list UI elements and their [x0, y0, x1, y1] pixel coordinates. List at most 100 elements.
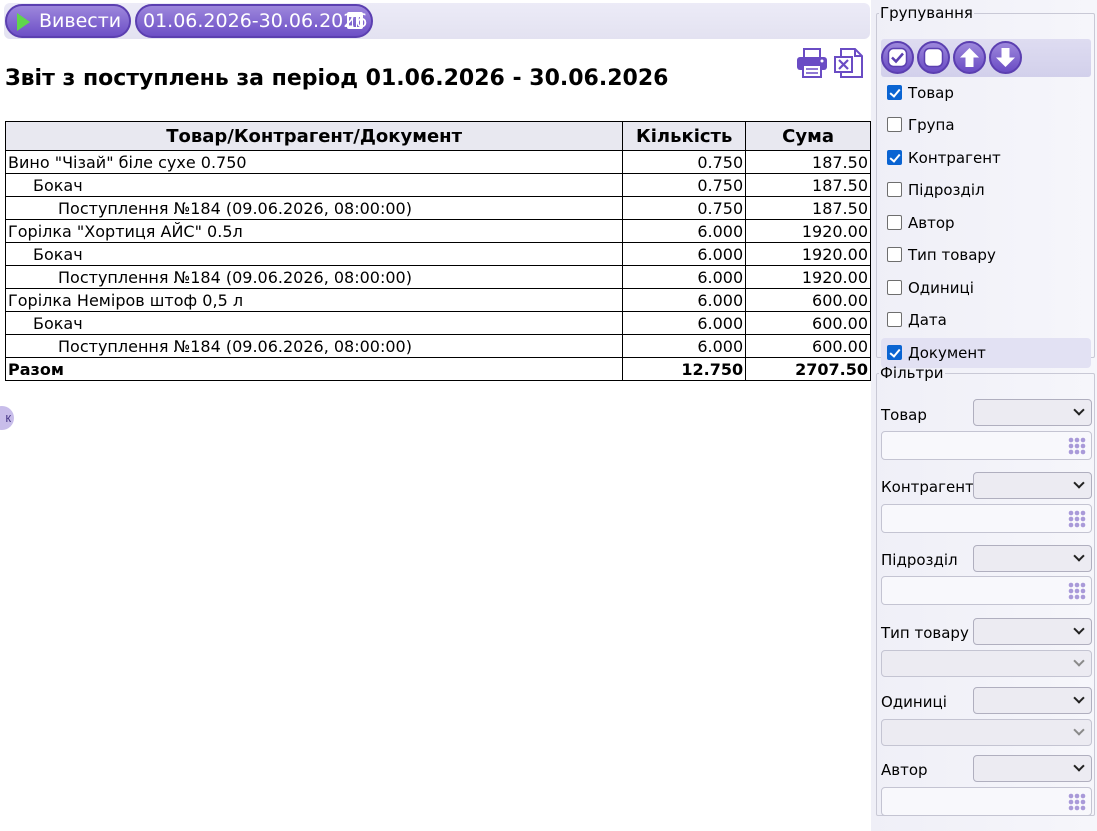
chevron-down-icon	[1073, 760, 1085, 772]
filter-department-mode-select[interactable]	[973, 545, 1092, 572]
row-sum: 187.50	[745, 150, 871, 174]
group-option-label: Одиниці	[908, 279, 974, 297]
row-sum: 1920.00	[745, 265, 871, 289]
uncheck-all-button[interactable]	[917, 41, 950, 74]
row-qty: 6.000	[622, 334, 747, 358]
filter-units-select[interactable]	[881, 719, 1092, 746]
checkbox[interactable]	[887, 150, 902, 165]
group-option-units[interactable]: Одиниці	[881, 273, 1091, 303]
chevron-down-icon	[1073, 404, 1085, 416]
row-name: Поступлення №184 (09.06.2026, 08:00:00)	[4, 265, 624, 289]
row-sum: 600.00	[745, 288, 871, 312]
row-name: Бокач	[4, 242, 624, 266]
group-option-label: Підрозділ	[908, 181, 985, 199]
print-icon[interactable]	[796, 48, 828, 78]
row-qty: 6.000	[622, 265, 747, 289]
group-option-date[interactable]: Дата	[881, 305, 1091, 335]
checkbox[interactable]	[887, 85, 902, 100]
filter-label-author: Автор	[881, 761, 928, 779]
table-header-row: Товар/Контрагент/Документ Кількість Сума	[4, 121, 871, 151]
checkbox[interactable]	[887, 182, 902, 197]
filters-legend: Фільтри	[880, 364, 944, 382]
chevron-down-icon	[1073, 477, 1085, 489]
play-icon	[17, 13, 30, 31]
table-total-row: Разом 12.750 2707.50	[4, 357, 871, 381]
row-qty: 6.000	[622, 311, 747, 335]
grid-icon[interactable]	[1068, 582, 1086, 600]
grid-icon[interactable]	[1068, 510, 1086, 528]
check-all-icon	[887, 47, 908, 68]
group-option-author[interactable]: Автор	[881, 208, 1091, 238]
top-toolbar: Вивести 01.06.2026-30.06.2026	[4, 3, 870, 39]
move-down-button[interactable]	[989, 41, 1022, 74]
checkbox[interactable]	[887, 345, 902, 360]
grid-icon[interactable]	[1068, 793, 1086, 811]
row-qty: 0.750	[622, 196, 747, 220]
checkbox[interactable]	[887, 117, 902, 132]
group-option-label: Контрагент	[908, 149, 1001, 167]
filter-counterparty-input[interactable]	[881, 504, 1092, 533]
check-all-button[interactable]	[881, 41, 914, 74]
period-picker-button[interactable]: 01.06.2026-30.06.2026	[135, 4, 373, 38]
row-qty: 0.750	[622, 173, 747, 197]
row-sum: 1920.00	[745, 242, 871, 266]
total-label: Разом	[4, 357, 624, 381]
filter-product-type-mode-select[interactable]	[973, 618, 1092, 645]
export-icons	[796, 48, 866, 80]
group-option-counterparty[interactable]: Контрагент	[881, 143, 1091, 173]
table-row: Вино "Чізай" біле сухе 0.750 0.750 187.5…	[4, 150, 871, 174]
row-name: Горілка Неміров штоф 0,5 л	[4, 288, 624, 312]
group-option-product[interactable]: Товар	[881, 78, 1091, 108]
chevron-down-icon	[1073, 550, 1085, 562]
group-option-department[interactable]: Підрозділ	[881, 175, 1091, 205]
checkbox[interactable]	[887, 312, 902, 327]
filter-author-input[interactable]	[881, 787, 1092, 816]
group-option-group[interactable]: Група	[881, 110, 1091, 140]
table-row: Поступлення №184 (09.06.2026, 08:00:00) …	[4, 196, 871, 220]
group-option-label: Дата	[908, 311, 947, 329]
group-option-label: Тип товару	[908, 246, 996, 264]
row-name: Бокач	[4, 311, 624, 335]
group-option-label: Товар	[908, 84, 954, 102]
filter-label-product-type: Тип товару	[881, 624, 969, 642]
row-qty: 0.750	[622, 150, 747, 174]
row-qty: 6.000	[622, 242, 747, 266]
run-report-label: Вивести	[39, 10, 122, 32]
checkbox[interactable]	[887, 215, 902, 230]
filter-units-mode-select[interactable]	[973, 687, 1092, 714]
settings-panel: Групування Товар Група Контрагент Підроз…	[871, 0, 1097, 831]
filter-product-input[interactable]	[881, 431, 1092, 460]
filter-department-input[interactable]	[881, 576, 1092, 605]
row-sum: 600.00	[745, 334, 871, 358]
row-sum: 187.50	[745, 173, 871, 197]
collapse-panel-tab[interactable]: к	[0, 406, 14, 430]
chevron-down-icon	[1073, 724, 1085, 736]
excel-export-icon[interactable]	[834, 48, 864, 78]
filter-label-department: Підрозділ	[881, 551, 958, 569]
grouping-toolbar	[881, 39, 1091, 77]
column-header-item: Товар/Контрагент/Документ	[4, 121, 624, 151]
filter-product-mode-select[interactable]	[973, 399, 1092, 426]
row-qty: 6.000	[622, 219, 747, 243]
table-row: Поступлення №184 (09.06.2026, 08:00:00) …	[4, 265, 871, 289]
chevron-down-icon	[1073, 692, 1085, 704]
checkbox[interactable]	[887, 280, 902, 295]
move-up-button[interactable]	[953, 41, 986, 74]
run-report-button[interactable]: Вивести	[5, 4, 131, 38]
chevron-down-icon	[1073, 655, 1085, 667]
row-sum: 187.50	[745, 196, 871, 220]
filter-product-type-select[interactable]	[881, 650, 1092, 677]
filter-author-mode-select[interactable]	[973, 755, 1092, 782]
checkbox[interactable]	[887, 247, 902, 262]
row-name: Поступлення №184 (09.06.2026, 08:00:00)	[4, 334, 624, 358]
report-table: Товар/Контрагент/Документ Кількість Сума…	[4, 121, 871, 381]
row-name: Вино "Чізай" біле сухе 0.750	[4, 150, 624, 174]
filter-counterparty-mode-select[interactable]	[973, 472, 1092, 499]
group-option-label: Група	[908, 116, 955, 134]
grid-icon[interactable]	[1068, 437, 1086, 455]
total-sum: 2707.50	[745, 357, 871, 381]
uncheck-all-icon	[923, 47, 944, 68]
grouping-legend: Групування	[880, 4, 973, 22]
group-option-product-type[interactable]: Тип товару	[881, 240, 1091, 270]
table-row: Бокач 6.000 600.00	[4, 311, 871, 335]
